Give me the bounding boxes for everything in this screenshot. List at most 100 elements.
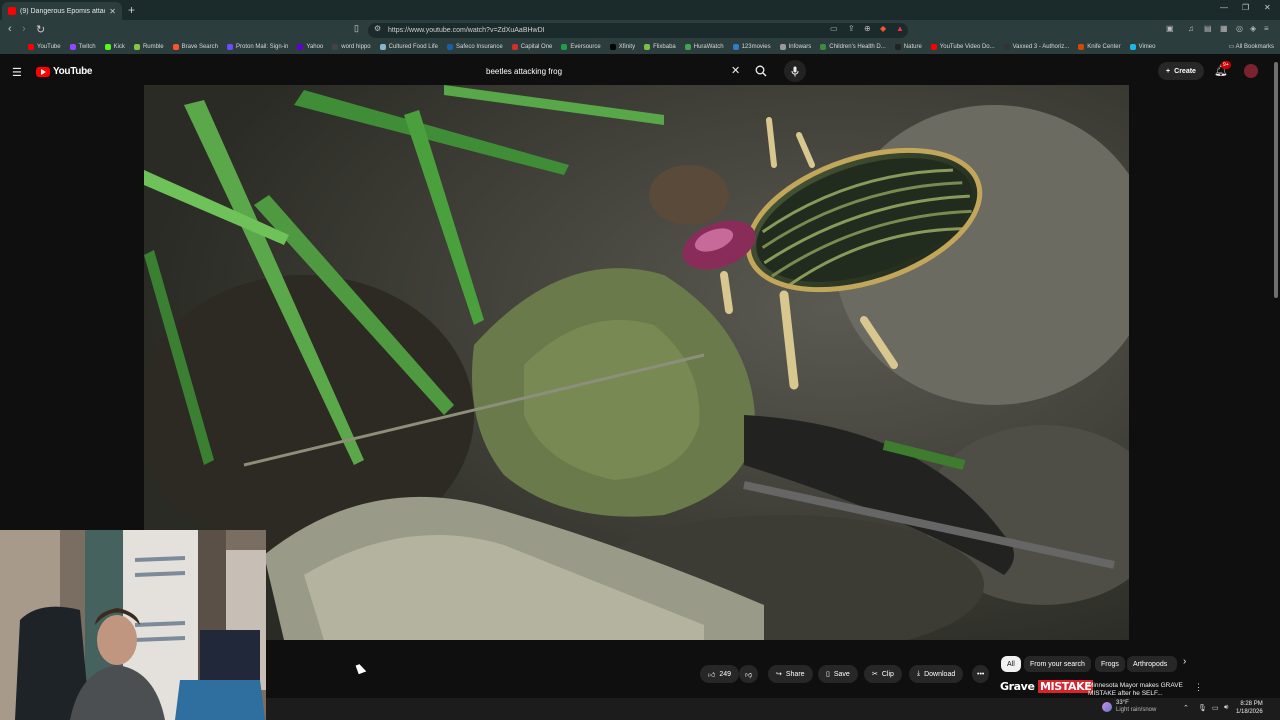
taskbar-clock[interactable]: 8:28 PM 1/18/2026 [1236,700,1263,716]
bookmark-item[interactable]: 123movies [732,44,771,50]
extensions-icon[interactable]: ▦ [1220,24,1228,33]
recommended-thumbnail[interactable]: Grave MISTAKE [1000,680,1094,693]
share-page-icon[interactable]: ⇪ [848,24,855,33]
bookmark-item[interactable]: Safeco Insurance [446,44,503,50]
bookmark-item[interactable]: YouTube Video Do... [930,44,995,50]
new-tab-icon[interactable]: + [128,3,135,17]
download-button[interactable]: ⤓ Download [909,665,964,683]
chip-arthropods[interactable]: Arthropods [1127,656,1177,672]
chip-label: Frogs [1101,660,1119,668]
bookmark-item[interactable]: Vaxxed 3 - Authoriz... [1003,44,1069,50]
bookmark-item[interactable]: Cultured Food Life [379,44,438,50]
search-button[interactable] [748,59,774,83]
voice-search-button[interactable] [784,60,806,82]
bookmark-item[interactable]: Kick [104,44,125,50]
network-icon[interactable]: ▭ [1212,704,1219,712]
search-input[interactable]: beetles attacking frog [476,63,746,79]
more-actions-button[interactable]: ••• [972,665,990,683]
bookmark-item[interactable]: Flixbaba [644,44,676,50]
bookmark-favicon-icon [1129,44,1136,50]
bookmark-item[interactable]: Xfinity [609,44,635,50]
vpn-icon[interactable]: ◎ [1236,24,1243,33]
forward-icon[interactable]: › [22,23,26,35]
browser-tab[interactable]: (9) Dangerous Epomis attack ✕ [2,2,122,20]
bookmark-favicon-icon [1078,44,1085,50]
minimize-icon[interactable]: — [1220,3,1228,12]
restore-icon[interactable]: ❐ [1242,3,1249,12]
chip-all[interactable]: All [1001,656,1021,672]
page-scrollbar[interactable] [1274,62,1278,298]
back-icon[interactable]: ‹ [8,23,12,35]
video-player[interactable] [144,85,1129,640]
close-window-icon[interactable]: ✕ [1264,3,1271,12]
weather-widget[interactable]: 33°F Light rain/snow [1102,700,1156,714]
youtube-logo[interactable]: YouTube [36,66,93,77]
media-icon[interactable]: ♫ [1188,24,1194,33]
sidebar-icon[interactable]: ▣ [1166,24,1174,33]
create-button[interactable]: + Create [1158,62,1204,80]
bookmark-item[interactable]: Proton Mail: Sign-in [226,44,289,50]
bookmark-favicon-icon [133,44,140,50]
bookmark-label: Proton Mail: Sign-in [235,44,289,50]
bookmark-item[interactable]: Rumble [133,44,164,50]
clip-button[interactable]: ✂ Clip [864,665,902,683]
chip-from-your-search[interactable]: From your search [1024,656,1091,672]
bookmark-item[interactable]: Yahoo [297,44,323,50]
bookmark-item[interactable]: Capital One [511,44,552,50]
avatar[interactable] [1244,64,1258,78]
weather-icon [1102,702,1112,712]
site-info-icon[interactable]: ⚙ [374,24,381,33]
bookmark-page-icon[interactable]: ▯ [354,23,359,34]
recommended-video-title[interactable]: Minnesota Mayor makes GRAVE MISTAKE afte… [1088,682,1192,698]
bookmark-label: Yahoo [306,44,324,50]
volume-icon[interactable]: 🔊︎ [1224,704,1228,712]
bookmark-item[interactable]: Children's Health D... [820,44,886,50]
thumbnail-text-grave: Grave [1000,680,1035,693]
chip-label: All [1007,660,1015,668]
wallet-icon[interactable]: ◈ [1250,24,1256,33]
bookmark-favicon-icon [104,44,111,50]
bookmark-item[interactable]: Brave Search [172,44,218,50]
bookmark-item[interactable]: word hippo [332,44,371,50]
bookmark-item[interactable]: Twitch [69,44,96,50]
share-button[interactable]: ↪ Share [768,665,813,683]
youtube-favicon-icon [8,7,16,15]
reload-icon[interactable]: ↻ [36,23,45,36]
hamburger-menu-icon[interactable]: ☰ [12,66,22,79]
bookmark-favicon-icon [28,44,34,50]
cast-icon[interactable]: ▭ [830,24,838,33]
mouse-cursor-icon [355,662,367,675]
close-tab-icon[interactable]: ✕ [109,7,116,16]
bookmark-item[interactable]: Nature [894,44,922,50]
menu-icon[interactable]: ≡ [1264,24,1269,33]
save-button[interactable]: ▯ Save [818,665,858,683]
bookmark-item[interactable]: Eversource [561,44,601,50]
brave-rewards-icon[interactable]: ▲ [896,24,904,33]
bookmark-item[interactable]: Infowars [779,44,811,50]
bookmark-label: Vimeo [1138,44,1156,50]
chip-frogs[interactable]: Frogs [1095,656,1125,672]
youtube-logo-text: YouTube [53,66,93,77]
bookmark-item[interactable]: Vimeo [1129,44,1156,50]
mic-tray-icon[interactable]: 🎙︎ [1198,704,1207,712]
reading-list-icon[interactable]: ▤ [1204,24,1212,33]
thumbnail-text-mistake: MISTAKE [1037,680,1094,693]
tray-chevron-up-icon[interactable]: ⌃ [1183,704,1189,712]
bookmark-favicon-icon [894,44,901,50]
all-bookmarks[interactable]: ▭ All Bookmarks [1229,43,1274,50]
bookmark-item[interactable]: Knife Center [1078,44,1121,50]
webcam-streamer-image [0,530,266,720]
clear-search-icon[interactable]: ✕ [731,64,740,77]
chevron-right-icon[interactable]: › [1183,656,1186,667]
bookmark-item[interactable]: YouTube [28,44,61,50]
brave-shields-icon[interactable]: ◆ [880,24,886,33]
tab-title: (9) Dangerous Epomis attack [20,7,106,15]
bookmark-item[interactable]: HuraWatch [684,44,724,50]
like-button[interactable]: 👍︎ 249 [700,665,740,683]
bookmarks-bar: YouTube Twitch Kick Rumble Brave Search Proto… [0,40,1280,54]
address-bar[interactable]: https://www.youtube.com/watch?v=ZdXuAaBH… [368,23,908,38]
dislike-button[interactable]: 👎︎ [739,665,759,683]
more-vertical-icon[interactable]: ⋮ [1194,682,1203,693]
zoom-icon[interactable]: ⊕ [864,24,871,33]
youtube-play-icon [36,66,50,77]
